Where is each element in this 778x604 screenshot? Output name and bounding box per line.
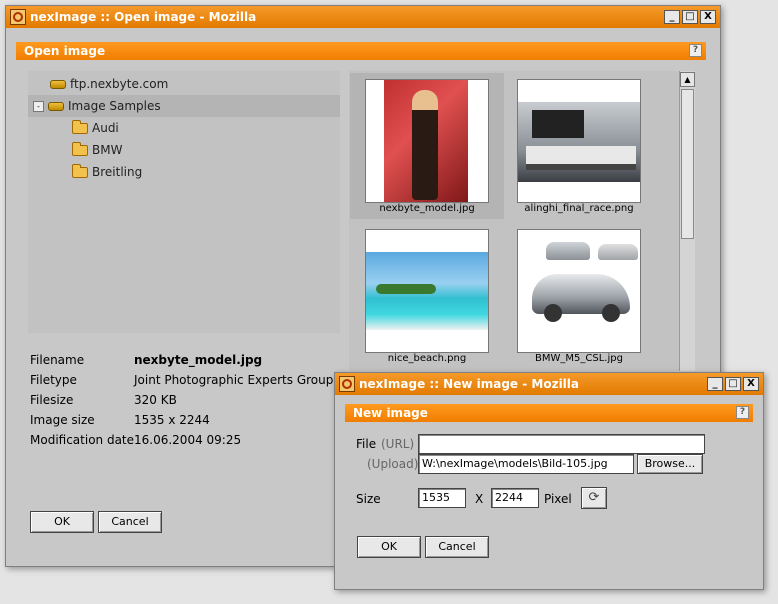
refresh-icon: ⟳	[588, 490, 600, 505]
folder-tree: ftp.nexbyte.com - Image Samples Audi BMW…	[28, 71, 340, 333]
dialog-header-title: Open image	[24, 44, 106, 58]
bmw-wheel-rear	[602, 304, 620, 322]
help-button[interactable]: ?	[736, 406, 749, 419]
tree-item-label: Breitling	[92, 165, 143, 179]
filesize-label: Filesize	[30, 393, 74, 407]
filetype-value: Joint Photographic Experts Group	[134, 373, 334, 387]
cancel-button[interactable]: Cancel	[425, 536, 489, 558]
thumbnail-bmw[interactable]: BMW_M5_CSL.jpg	[502, 223, 656, 369]
new-window-titlebar[interactable]: nexImage :: New image - Mozilla _ □ X	[335, 373, 763, 395]
drive-icon	[50, 79, 66, 89]
tree-item-label: Audi	[92, 121, 119, 135]
browse-button[interactable]: Browse...	[637, 454, 703, 474]
new-image-window: nexImage :: New image - Mozilla _ □ X Ne…	[334, 372, 764, 590]
x-label: X	[475, 492, 484, 506]
beach-trees	[376, 284, 436, 294]
pixel-label: Pixel	[544, 492, 572, 506]
tree-item-label: Image Samples	[68, 99, 161, 113]
model-figure	[412, 90, 438, 200]
ubs-banner	[532, 110, 584, 138]
drive-icon	[48, 101, 64, 111]
window-title: nexImage :: New image - Mozilla	[359, 377, 580, 391]
app-icon	[339, 376, 355, 392]
minimize-button[interactable]: _	[707, 377, 723, 391]
upload-label: (Upload)	[367, 457, 419, 471]
app-icon	[10, 9, 26, 25]
tree-item-breitling[interactable]: Breitling	[28, 161, 340, 183]
tree-item-ftp[interactable]: ftp.nexbyte.com	[28, 73, 340, 95]
filename-label: Filename	[30, 353, 85, 367]
thumbnail-frame	[365, 79, 489, 203]
bmw-small-2	[598, 244, 638, 260]
imagesize-value: 1535 x 2244	[134, 413, 210, 427]
thumbnail-beach[interactable]: nice_beach.png	[350, 223, 504, 369]
height-input[interactable]: 2244	[491, 488, 539, 508]
dialog-header-title: New image	[353, 406, 428, 420]
tree-item-label: BMW	[92, 143, 123, 157]
tree-item-bmw[interactable]: BMW	[28, 139, 340, 161]
thumbnail-alinghi[interactable]: alinghi_final_race.png	[502, 73, 656, 219]
thumbnail-label: nice_beach.png	[387, 353, 467, 364]
refresh-button[interactable]: ⟳	[581, 487, 607, 509]
maximize-button[interactable]: □	[682, 10, 698, 24]
folder-icon	[72, 119, 88, 134]
window-title: nexImage :: Open image - Mozilla	[30, 10, 257, 24]
thumbnail-scrollbar[interactable]: ▲	[679, 71, 695, 371]
url-input[interactable]	[418, 434, 705, 454]
thumbnail-nexbyte-model[interactable]: nexbyte_model.jpg	[350, 73, 504, 219]
upload-input[interactable]: W:\nexImage\models\Bild-105.jpg	[418, 454, 634, 474]
thumbnail-frame	[517, 229, 641, 353]
url-label: (URL)	[381, 437, 415, 451]
thumbnail-frame	[365, 229, 489, 353]
tree-item-image-samples[interactable]: - Image Samples	[28, 95, 340, 117]
thumbnail-label: BMW_M5_CSL.jpg	[535, 353, 623, 364]
filename-value: nexbyte_model.jpg	[134, 353, 263, 367]
thumbnail-label: alinghi_final_race.png	[524, 203, 634, 214]
close-button[interactable]: X	[700, 10, 716, 24]
tree-item-audi[interactable]: Audi	[28, 117, 340, 139]
open-dialog-header: Open image ?	[16, 42, 706, 60]
ok-button[interactable]: OK	[30, 511, 94, 533]
thumbnail-label: nexbyte_model.jpg	[379, 203, 475, 214]
filetype-label: Filetype	[30, 373, 77, 387]
open-window-titlebar[interactable]: nexImage :: Open image - Mozilla _ □ X	[6, 6, 720, 28]
help-button[interactable]: ?	[689, 44, 702, 57]
thumbnail-frame	[517, 79, 641, 203]
cancel-button[interactable]: Cancel	[98, 511, 162, 533]
ok-button[interactable]: OK	[357, 536, 421, 558]
file-info: Filename nexbyte_model.jpg Filetype Join…	[30, 353, 350, 453]
thumbnail-grid: nexbyte_model.jpg alinghi_final_race.png…	[349, 71, 679, 371]
bmw-wheel-front	[544, 304, 562, 322]
imagesize-label: Image size	[30, 413, 95, 427]
collapse-icon[interactable]: -	[33, 100, 44, 112]
moddate-label: Modification date	[30, 433, 135, 447]
bmw-small-1	[546, 242, 590, 260]
width-input[interactable]: 1535	[418, 488, 466, 508]
size-label: Size	[356, 492, 381, 506]
moddate-value: 16.06.2004 09:25	[134, 433, 242, 447]
minimize-button[interactable]: _	[664, 10, 680, 24]
filesize-value: 320 KB	[134, 393, 177, 407]
close-button[interactable]: X	[743, 377, 759, 391]
folder-icon	[72, 141, 88, 156]
new-dialog-header: New image ?	[345, 404, 753, 422]
tree-item-label: ftp.nexbyte.com	[70, 77, 169, 91]
file-label: File	[356, 437, 377, 451]
boat-hull	[526, 146, 636, 170]
scroll-thumb[interactable]	[681, 89, 694, 239]
folder-icon	[72, 163, 88, 178]
scroll-up-icon[interactable]: ▲	[680, 72, 695, 87]
maximize-button[interactable]: □	[725, 377, 741, 391]
